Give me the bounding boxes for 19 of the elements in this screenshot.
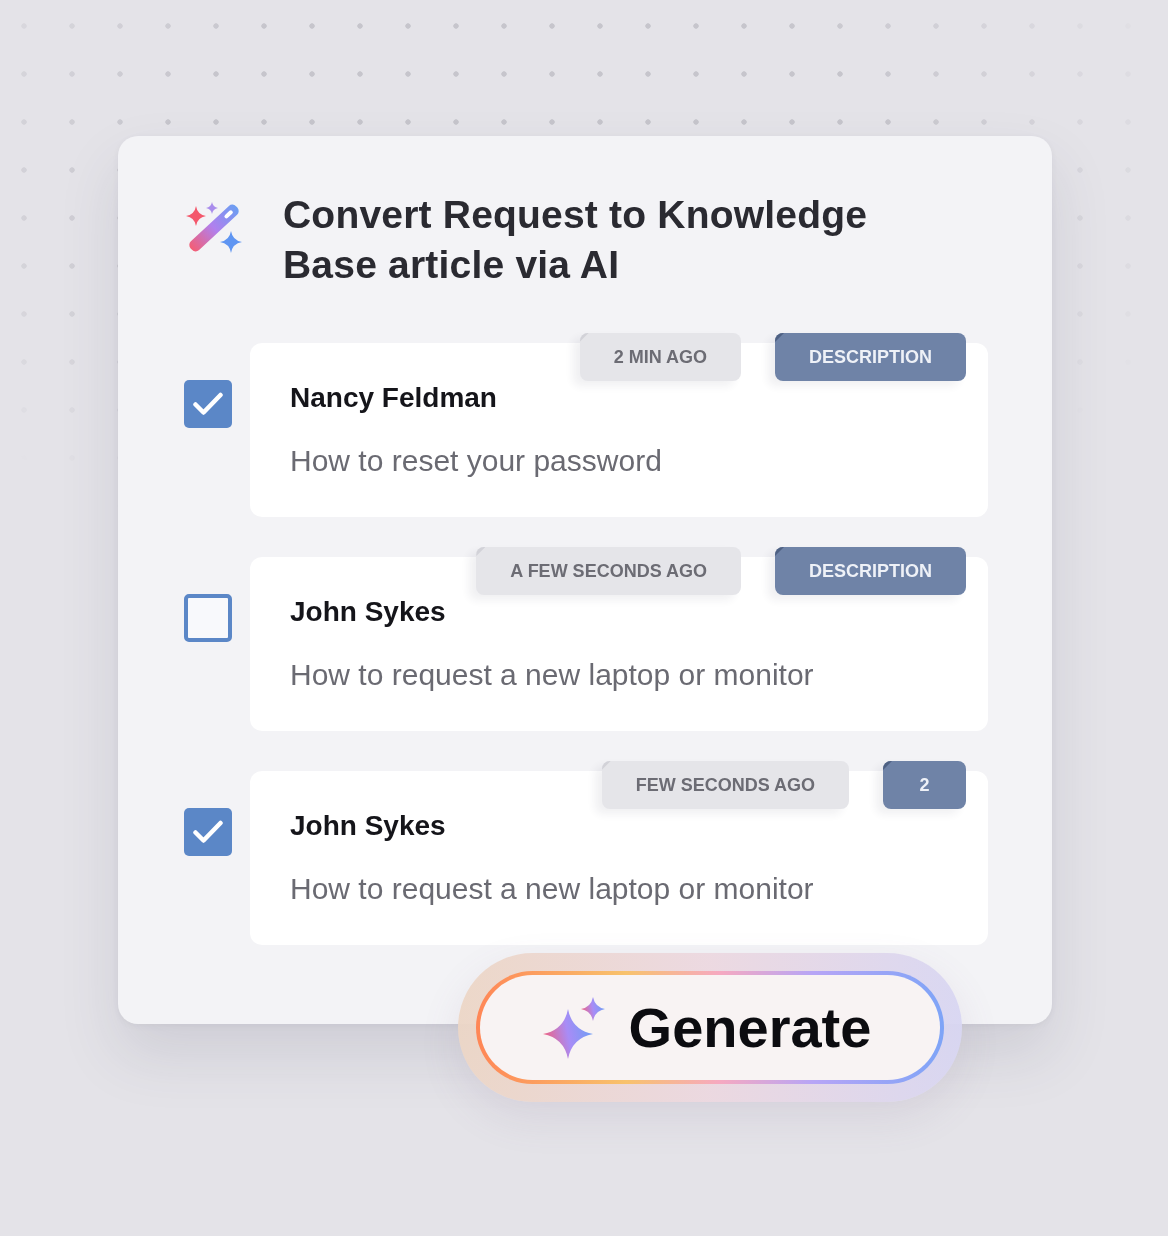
request-title: How to request a new laptop or monitor [290,657,814,693]
timestamp-tag: FEW SECONDS AGO [601,761,849,809]
checkbox[interactable] [184,594,232,642]
field-tag: DESCRIPTION [775,547,966,595]
requester-name: John Sykes [290,809,446,843]
timestamp-tag: A FEW SECONDS AGO [476,547,741,595]
field-tag: DESCRIPTION [775,333,966,381]
count-tag: 2 [883,761,966,809]
requester-name: Nancy Feldman [290,381,497,415]
checkbox[interactable] [184,808,232,856]
sparkle-icon [542,996,605,1059]
checkmark-icon [193,392,223,416]
timestamp-tag: 2 MIN AGO [579,333,741,381]
requester-name: John Sykes [290,595,446,629]
checkmark-icon [193,820,223,844]
request-title: How to request a new laptop or monitor [290,871,814,907]
request-title: How to reset your password [290,443,662,479]
checkbox[interactable] [184,380,232,428]
card-title: Convert Request to Knowledge Base article via AI [283,192,869,288]
